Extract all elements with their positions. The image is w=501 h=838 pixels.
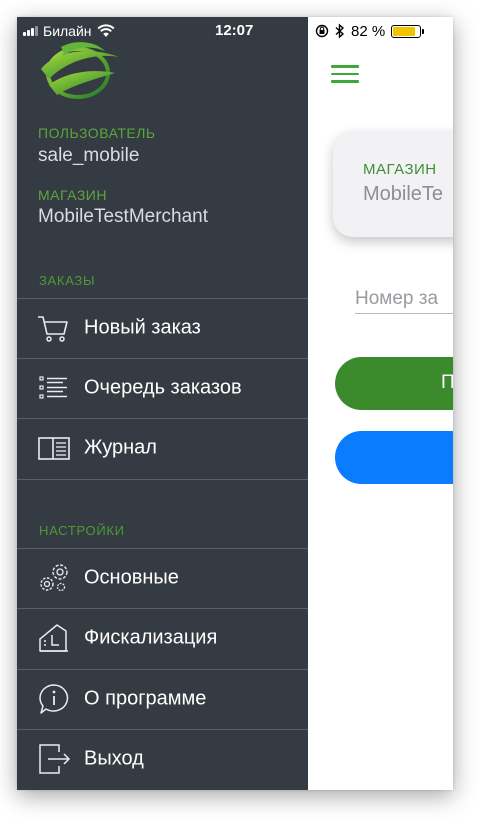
menu-item-label: Журнал	[84, 436, 157, 459]
store-card-label: МАГАЗИН	[363, 161, 437, 178]
main-content: 82 % МАГАЗИН MobileTe П	[308, 17, 453, 790]
navigation-drawer: Билайн 12:07 ПОЛЬЗОВАТЕЛЬ sale_mobile МА…	[17, 17, 308, 790]
divider	[17, 479, 308, 480]
settings-section-header: НАСТРОЙКИ	[39, 523, 125, 538]
exit-icon	[39, 744, 71, 774]
store-value: MobileTestMerchant	[38, 206, 209, 227]
store-label: МАГАЗИН	[38, 187, 107, 203]
menu-item-fiscalization[interactable]: Фискализация	[17, 608, 308, 668]
gears-icon	[40, 564, 68, 592]
list-icon	[39, 376, 67, 399]
menu-item-new-order[interactable]: Новый заказ	[17, 298, 308, 358]
app-logo	[41, 42, 119, 99]
primary-action-button[interactable]: П	[335, 357, 453, 410]
menu-item-about[interactable]: О программе	[17, 669, 308, 729]
menu-item-label: Новый заказ	[84, 316, 201, 339]
menu-item-label: Основные	[84, 566, 179, 589]
menu-item-label: Выход	[84, 747, 144, 770]
secondary-action-button[interactable]	[335, 431, 453, 484]
orders-section-header: ЗАКАЗЫ	[39, 273, 96, 288]
menu-item-label: Очередь заказов	[84, 376, 242, 399]
status-bar-right: 82 %	[315, 21, 453, 41]
order-number-input[interactable]	[355, 285, 453, 314]
battery-fill	[393, 26, 415, 36]
menu-item-exit[interactable]: Выход	[17, 729, 308, 789]
menu-item-general[interactable]: Основные	[17, 548, 308, 608]
menu-item-label: О программе	[84, 687, 207, 710]
battery-icon	[391, 24, 425, 38]
hamburger-icon[interactable]	[331, 65, 359, 85]
register-icon	[39, 624, 68, 652]
journal-icon	[38, 437, 70, 460]
status-time: 12:07	[215, 22, 254, 39]
menu-item-journal[interactable]: Журнал	[17, 418, 308, 478]
cart-icon	[38, 316, 68, 342]
primary-action-label: П	[441, 372, 453, 393]
store-card-value: MobileTe	[363, 183, 444, 205]
user-label: ПОЛЬЗОВАТЕЛЬ	[38, 125, 156, 141]
info-icon	[39, 684, 69, 714]
orientation-lock-icon	[315, 24, 329, 38]
store-card: МАГАЗИН MobileTe	[333, 131, 453, 237]
menu-item-order-queue[interactable]: Очередь заказов	[17, 358, 308, 418]
phone-screen: Билайн 12:07 ПОЛЬЗОВАТЕЛЬ sale_mobile МА…	[17, 17, 453, 790]
menu-item-label: Фискализация	[84, 626, 218, 649]
user-value: sale_mobile	[38, 145, 140, 166]
bluetooth-icon	[335, 23, 345, 39]
battery-percent: 82 %	[351, 22, 386, 40]
